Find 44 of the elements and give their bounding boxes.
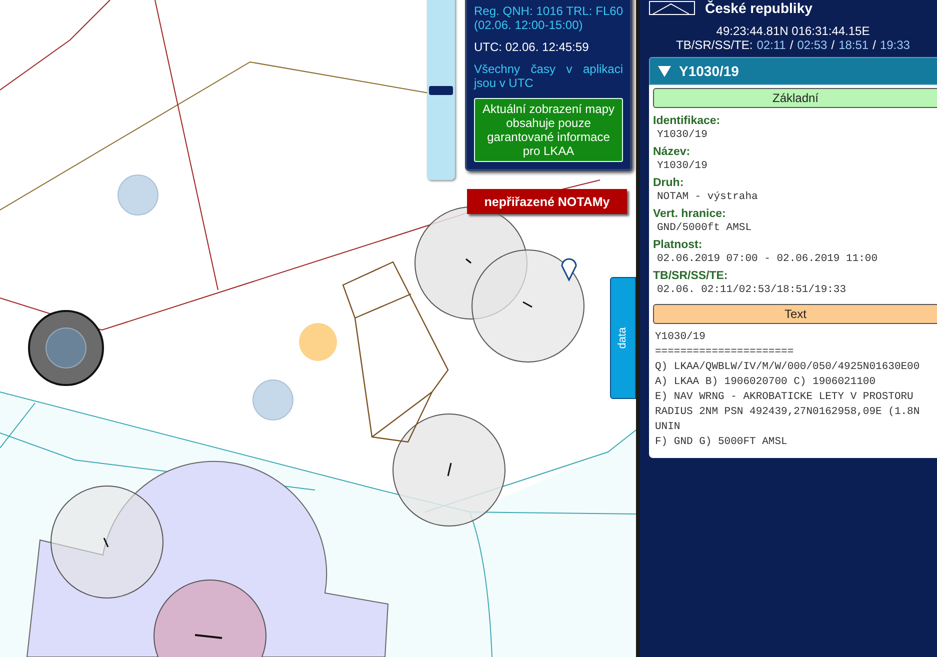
sun-time: 19:33 (880, 38, 910, 52)
field-label: Platnost: (653, 238, 704, 252)
cursor-coordinates: 49:23:44.81N 016:31:44.15E (715, 24, 871, 38)
notam-text-line: ====================== (654, 345, 795, 360)
field-value: 02.06. 02:11/02:53/18:51/19:33 (656, 283, 848, 298)
field-label: TB/SR/SS/TE: (653, 269, 729, 283)
notam-text-line: RADIUS 2NM PSN 492439,27N0162958,09E (1.8N (654, 405, 921, 420)
map-notice: Aktuální zobrazení mapy obsahuje pouze garantované informace pro LKAA (474, 98, 623, 162)
notam-text-line: Y1030/19 (654, 330, 706, 345)
field-value: Y1030/19 (656, 159, 708, 174)
field-label: Vert. hranice: (653, 207, 727, 221)
time-separator: / (790, 38, 794, 52)
utc-note: Všechny časy v aplikaci jsou v UTC (474, 62, 623, 90)
field-label: Identifikace: (653, 114, 722, 128)
field-value: 02.06.2019 07:00 - 02.06.2019 11:00 (656, 252, 879, 267)
sun-times-label: TB/SR/SS/TE: (676, 38, 753, 52)
field-value: GND/5000ft AMSL (656, 221, 753, 236)
notam-text-line: Q) LKAA/QWBLW/IV/M/W/000/050/4925N01630E00 (654, 360, 921, 375)
field-label: Název: (653, 145, 692, 159)
section-header[interactable]: Základní (653, 88, 937, 108)
section-header[interactable]: Text (653, 304, 937, 324)
notam-id: Y1030/19 (679, 63, 739, 79)
agency-title: České republiky (705, 0, 812, 16)
notam-text-line: F) GND G) 5000FT AMSL (654, 435, 788, 450)
sun-time: 02:53 (797, 38, 828, 52)
utc-time: UTC: 02.06. 12:45:59 (474, 40, 590, 54)
unassigned-notams-button[interactable]: nepřiřazené NOTAMy (467, 189, 627, 214)
notam-text-line: UNIN (654, 420, 682, 435)
sun-time: 18:51 (838, 38, 869, 52)
notam-text-line: E) NAV WRNG - AKROBATICKE LETY V PROSTORU (654, 390, 914, 405)
notam-header[interactable]: Y1030/19 (649, 57, 937, 85)
zoom-slider-thumb[interactable] (429, 86, 453, 96)
qnh-text: Reg. QNH: 1016 TRL: FL60 (02.06. 12:00-15:00) (474, 4, 623, 32)
logo-icon (649, 1, 695, 15)
location-pin-icon[interactable] (561, 258, 577, 281)
field-value: NOTAM - výstraha (656, 190, 759, 205)
sun-time: 02:11 (756, 38, 786, 52)
field-value: Y1030/19 (656, 128, 708, 143)
time-separator: / (831, 38, 835, 52)
notam-text-line: A) LKAA B) 1906020700 C) 1906021100 (654, 375, 877, 390)
zoom-slider[interactable] (427, 0, 455, 180)
field-label: Druh: (653, 176, 685, 190)
time-separator: / (872, 38, 876, 52)
collapse-triangle-icon (658, 66, 671, 76)
